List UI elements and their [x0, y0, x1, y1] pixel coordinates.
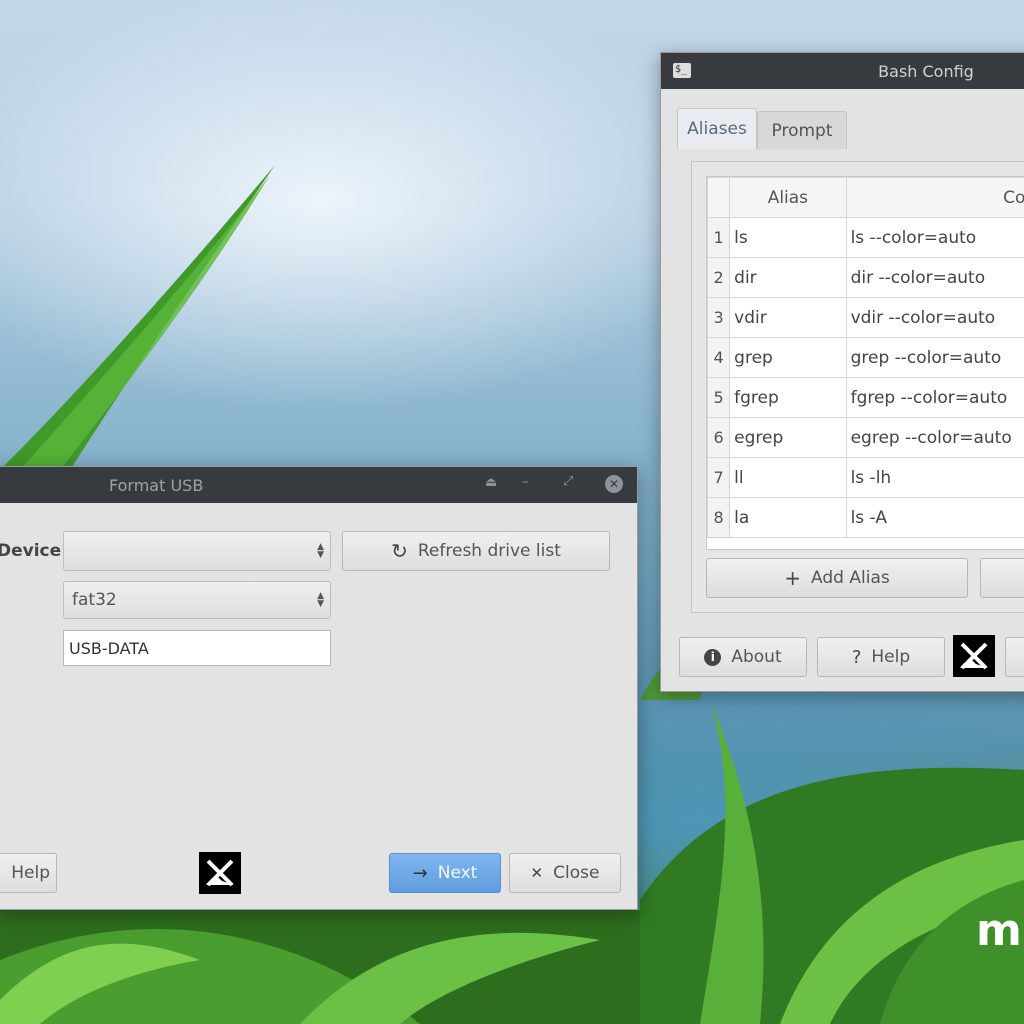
table-row[interactable]: 3 vdir vdir --color=auto	[707, 297, 1024, 338]
row-number: 3	[707, 297, 731, 338]
table-header-row: Alias Com	[707, 177, 1024, 218]
command-cell[interactable]: ls --color=auto	[845, 217, 1024, 258]
command-cell[interactable]: egrep --color=auto	[845, 417, 1024, 458]
add-alias-label: Add Alias	[811, 568, 890, 588]
row-number: 2	[707, 257, 731, 298]
row-number: 6	[707, 417, 731, 458]
next-button[interactable]: → Next	[389, 853, 501, 893]
column-header-alias[interactable]: Alias	[729, 177, 847, 218]
command-cell[interactable]: fgrep --color=auto	[845, 377, 1024, 418]
mx-logo	[199, 852, 241, 894]
device-label: Device	[0, 541, 62, 561]
aliases-table: Alias Com 1 ls ls --color=auto 2 dir dir…	[707, 177, 1024, 538]
alias-cell[interactable]: grep	[729, 337, 847, 378]
tab-aliases-label: Aliases	[687, 119, 747, 139]
row-number: 5	[707, 377, 731, 418]
question-icon: ?	[851, 646, 862, 668]
remove-alias-button[interactable]	[980, 558, 1024, 598]
command-cell[interactable]: ls -lh	[845, 457, 1024, 498]
command-cell[interactable]: dir --color=auto	[845, 257, 1024, 298]
table-row[interactable]: 5 fgrep fgrep --color=auto	[707, 377, 1024, 418]
refresh-label: Refresh drive list	[417, 541, 561, 561]
updown-icon: ▲ ▼	[317, 591, 324, 609]
column-header-command[interactable]: Com	[845, 177, 1024, 218]
command-cell[interactable]: ls -A	[845, 497, 1024, 538]
usb-help-button[interactable]: Help	[0, 853, 57, 893]
tab-aliases[interactable]: Aliases	[677, 108, 757, 149]
alias-cell[interactable]: ls	[729, 217, 847, 258]
row-number: 1	[707, 217, 731, 258]
brand-text: m	[976, 905, 1022, 956]
updown-icon: ▲ ▼	[317, 542, 324, 560]
about-label: About	[731, 647, 782, 667]
bash-config-title: Bash Config	[878, 61, 974, 81]
format-usb-titlebar[interactable]: Format USB ⏏ – ⤢ ✕	[0, 467, 637, 503]
usb-help-label: Help	[11, 863, 50, 883]
table-row[interactable]: 4 grep grep --color=auto	[707, 337, 1024, 378]
add-alias-button[interactable]: + Add Alias	[706, 558, 968, 598]
mx-logo	[953, 635, 995, 677]
close-icon[interactable]: ✕	[605, 475, 623, 493]
next-label: Next	[437, 863, 478, 883]
format-usb-window: Format USB ⏏ – ⤢ ✕ Device ▲ ▼ ↻ Refresh d…	[0, 466, 638, 910]
bash-config-window: $_ Bash Config Aliases Prompt Alias Com …	[660, 52, 1024, 692]
alias-cell[interactable]: egrep	[729, 417, 847, 458]
alias-cell[interactable]: vdir	[729, 297, 847, 338]
table-row[interactable]: 8 la ls -A	[707, 497, 1024, 538]
bash-close-button[interactable]	[1005, 637, 1024, 677]
row-number: 7	[707, 457, 731, 498]
volume-label-input[interactable]: USB-DATA	[63, 630, 331, 666]
row-number: 8	[707, 497, 731, 538]
arrow-right-icon: →	[412, 862, 428, 884]
table-row[interactable]: 1 ls ls --color=auto	[707, 217, 1024, 258]
eject-icon[interactable]: ⏏	[485, 475, 497, 490]
table-row[interactable]: 2 dir dir --color=auto	[707, 257, 1024, 298]
info-icon: i	[704, 648, 722, 666]
table-row[interactable]: 6 egrep egrep --color=auto	[707, 417, 1024, 458]
refresh-drive-list-button[interactable]: ↻ Refresh drive list	[342, 531, 610, 571]
terminal-icon: $_	[673, 63, 691, 78]
alias-cell[interactable]: fgrep	[729, 377, 847, 418]
refresh-icon: ↻	[391, 539, 408, 563]
close-label: Close	[553, 863, 600, 883]
bash-config-titlebar[interactable]: $_ Bash Config	[661, 53, 1024, 89]
maximize-icon[interactable]: ⤢	[563, 474, 573, 489]
device-select[interactable]: ▲ ▼	[63, 531, 331, 571]
alias-cell[interactable]: dir	[729, 257, 847, 298]
aliases-panel: Alias Com 1 ls ls --color=auto 2 dir dir…	[691, 161, 1024, 613]
alias-cell[interactable]: ll	[729, 457, 847, 498]
table-row[interactable]: 7 ll ls -lh	[707, 457, 1024, 498]
filesystem-select[interactable]: fat32 ▲ ▼	[63, 581, 331, 619]
filesystem-value: fat32	[72, 590, 117, 610]
bash-help-button[interactable]: ? Help	[817, 637, 945, 677]
bash-help-label: Help	[871, 647, 911, 667]
about-button[interactable]: i About	[679, 637, 807, 677]
row-number: 4	[707, 337, 731, 378]
command-cell[interactable]: vdir --color=auto	[845, 297, 1024, 338]
tab-prompt[interactable]: Prompt	[757, 111, 847, 149]
close-button[interactable]: ✕ Close	[509, 853, 621, 893]
format-usb-title: Format USB	[109, 475, 204, 495]
command-cell[interactable]: grep --color=auto	[845, 337, 1024, 378]
minimize-icon[interactable]: –	[522, 474, 529, 490]
tab-prompt-label: Prompt	[771, 120, 833, 141]
table-corner	[707, 177, 731, 218]
x-icon: ✕	[530, 864, 544, 882]
aliases-table-container[interactable]: Alias Com 1 ls ls --color=auto 2 dir dir…	[706, 176, 1024, 550]
alias-cell[interactable]: la	[729, 497, 847, 538]
plus-icon: +	[784, 566, 802, 590]
